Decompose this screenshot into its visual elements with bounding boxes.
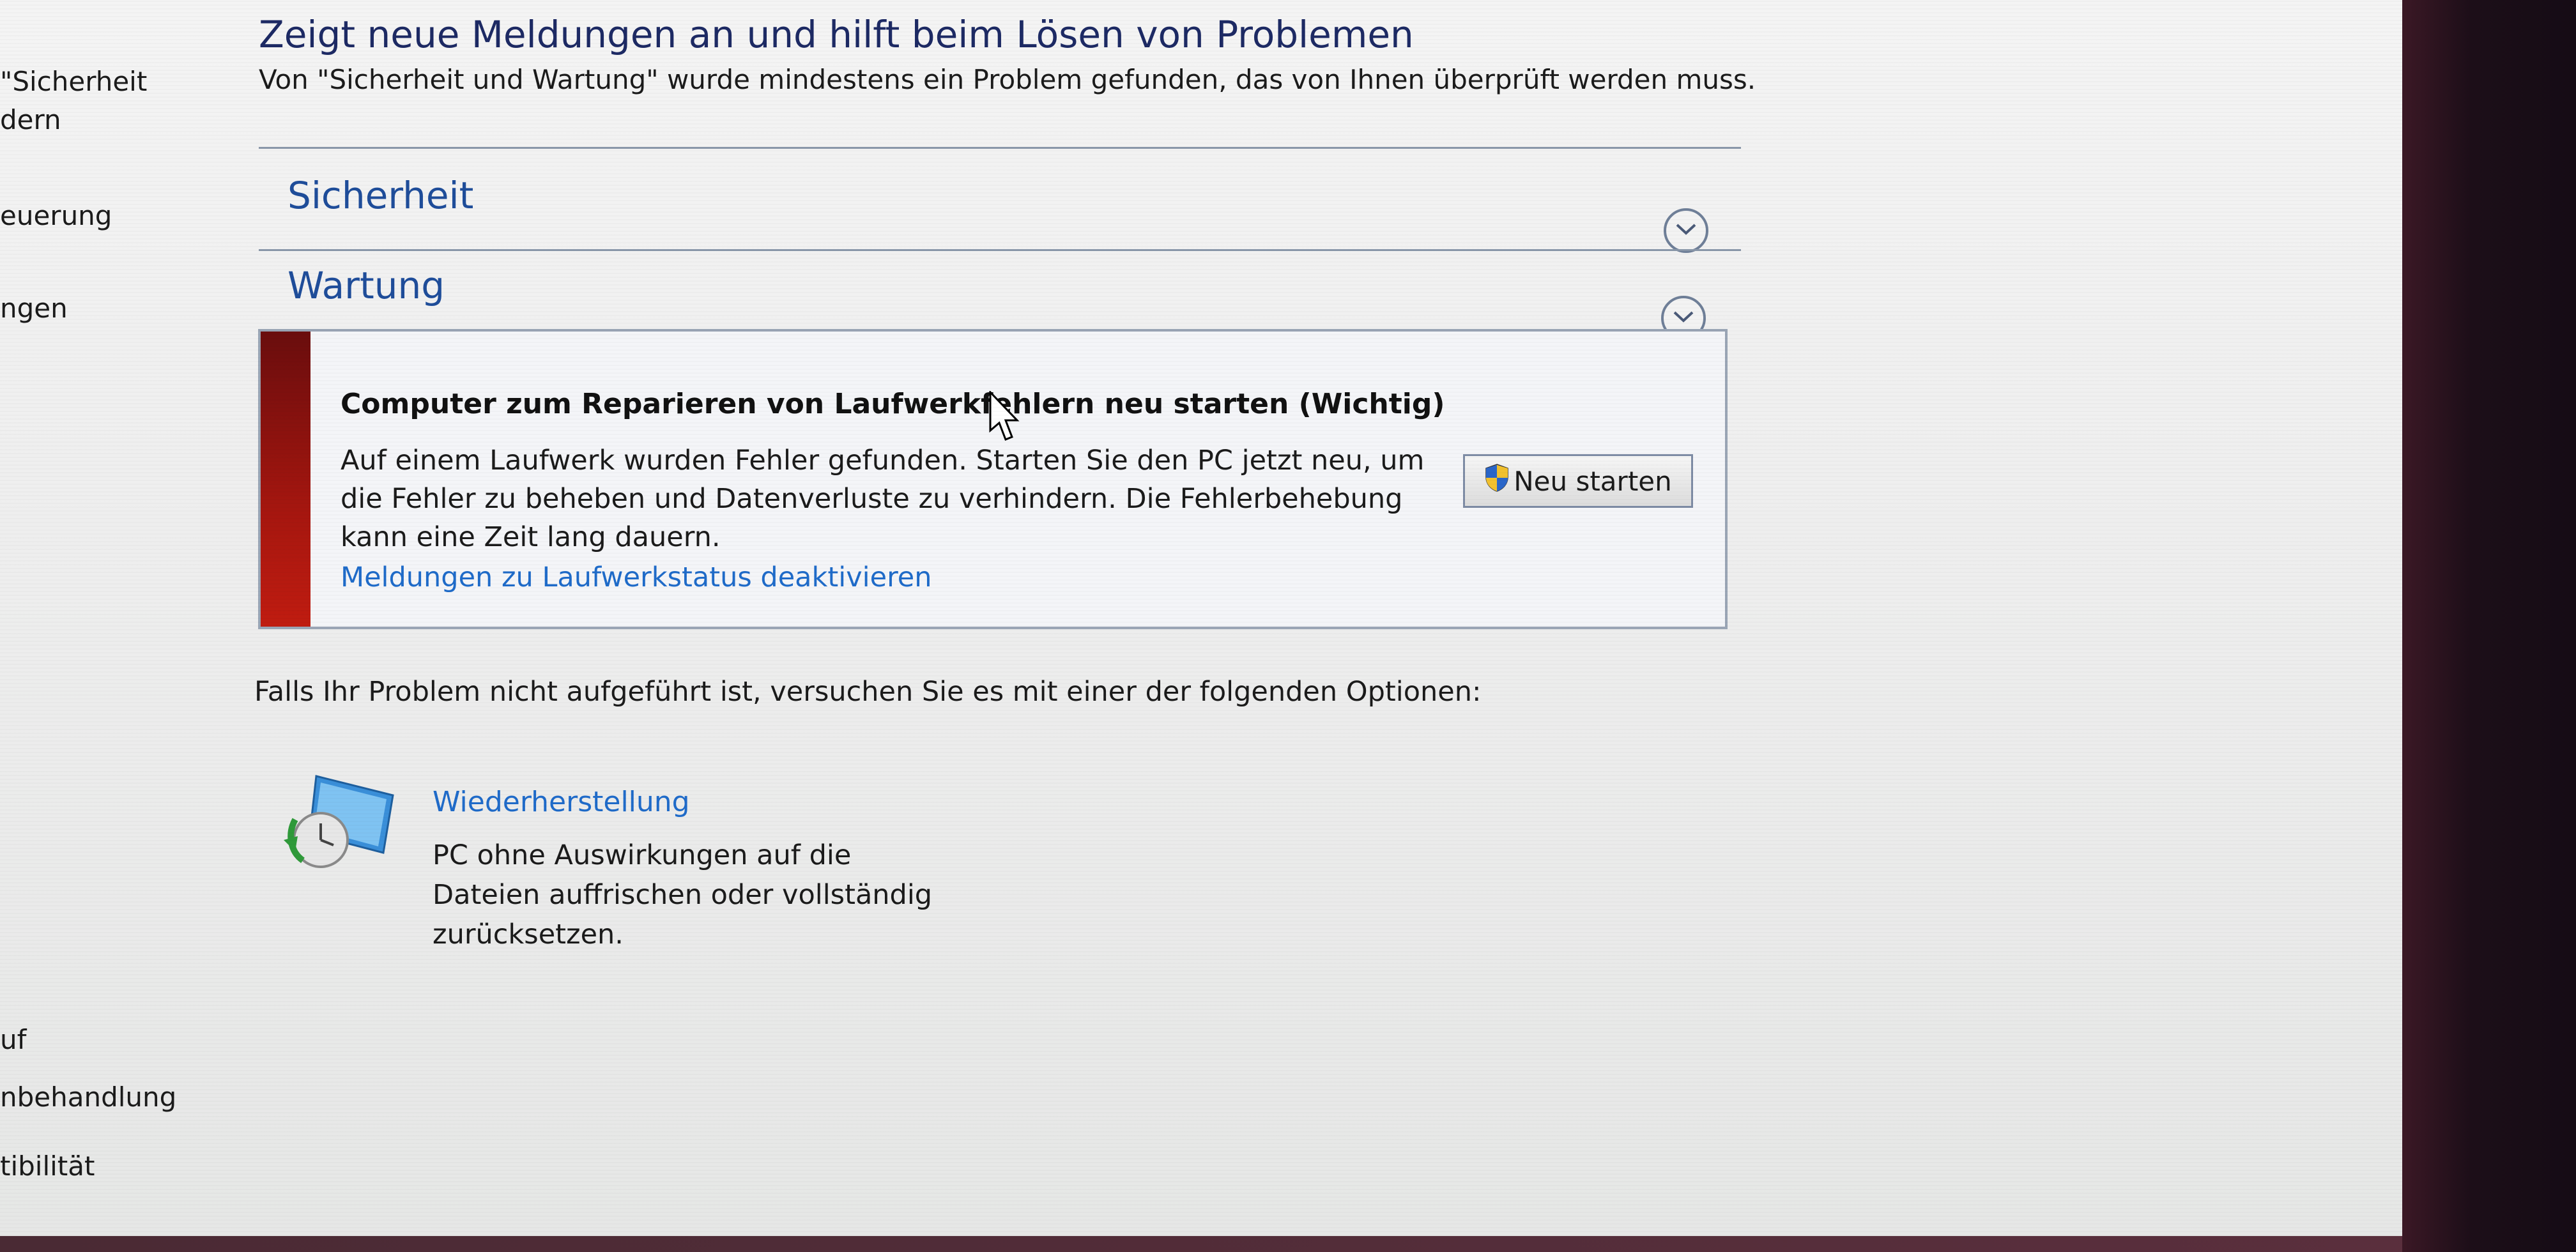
nav-item-file-history[interactable]: uf (0, 1022, 26, 1058)
nav-item-uac-settings[interactable]: euerung (0, 198, 112, 234)
options-intro: Falls Ihr Problem nicht aufgeführt ist, … (254, 676, 1482, 708)
recovery-description: PC ohne Auswirkungen auf die Dateien auf… (433, 839, 933, 950)
disable-drive-status-messages-link[interactable]: Meldungen zu Laufwerkstatus deaktivieren (341, 561, 932, 593)
nav-item-compatibility[interactable]: tibilität (0, 1149, 95, 1184)
alert-title: Computer zum Reparieren von Laufwerkfehl… (341, 388, 1445, 420)
monitor-bezel-bottom (0, 1236, 2402, 1252)
nav-item-security-maintenance-settings[interactable]: "Sicherheit (0, 64, 147, 100)
section-security-title[interactable]: Sicherheit (288, 174, 473, 217)
alert-severity-bar (261, 332, 310, 627)
recovery-icon[interactable] (281, 770, 402, 874)
restart-button-label: Neu starten (1514, 465, 1672, 497)
restart-button[interactable]: Neu starten (1463, 454, 1693, 508)
monitor-bezel-right (2402, 0, 2576, 1252)
chevron-down-icon (1675, 223, 1697, 238)
recovery-link[interactable]: Wiederherstellung (433, 786, 690, 818)
nav-item-smartscreen-settings[interactable]: ngen (0, 291, 68, 326)
mouse-pointer-icon (989, 390, 1020, 445)
page-title: Zeigt neue Meldungen an und hilft beim L… (259, 13, 1414, 56)
section-security-expand-button[interactable] (1664, 208, 1708, 253)
maintenance-alert: Computer zum Reparieren von Laufwerkfehl… (258, 329, 1728, 629)
page-subtitle: Von "Sicherheit und Wartung" wurde minde… (259, 64, 1756, 95)
divider (259, 147, 1741, 149)
divider (259, 249, 1741, 251)
chevron-down-icon (1673, 310, 1694, 326)
section-maintenance-title[interactable]: Wartung (288, 264, 445, 307)
uac-shield-icon (1484, 463, 1514, 499)
nav-item-troubleshooting[interactable]: nbehandlung (0, 1080, 176, 1115)
nav-item-security-maintenance-settings-cont[interactable]: dern (0, 102, 61, 138)
control-panel-window: "Sicherheit dern euerung ngen uf nbehand… (0, 0, 2402, 1236)
alert-message: Auf einem Laufwerk wurden Fehler gefunde… (341, 445, 1425, 553)
